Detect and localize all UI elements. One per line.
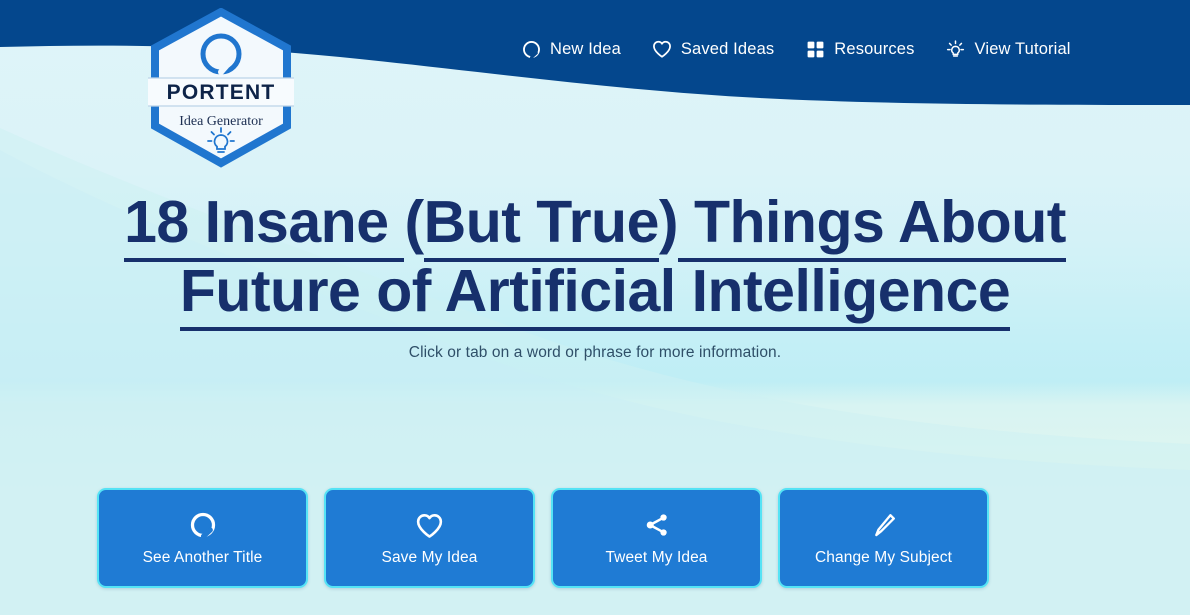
save-my-idea-button[interactable]: Save My Idea — [324, 488, 535, 588]
button-label: Change My Subject — [815, 549, 952, 567]
button-label: Tweet My Idea — [605, 549, 708, 567]
logo-tagline: Idea Generator — [179, 114, 263, 129]
button-label: See Another Title — [142, 549, 263, 567]
title-hint-text: Click or tab on a word or phrase for mor… — [408, 344, 782, 361]
title-punctuation: ( — [404, 189, 424, 255]
pencil-icon — [870, 510, 898, 540]
title-punctuation: ) — [658, 189, 679, 255]
nav-item-label: New Idea — [550, 39, 621, 58]
lightbulb-rays-icon — [945, 38, 967, 60]
page-title[interactable]: 18 Insane (But True) Things About Future… — [0, 188, 1190, 332]
refresh-circle-icon — [520, 38, 542, 60]
nav-item-label: Saved Ideas — [680, 39, 775, 58]
nav-item-new-idea[interactable]: New Idea — [520, 38, 621, 60]
refresh-circle-icon — [188, 510, 218, 540]
idea-title-block: 18 Insane (But True) Things About Future… — [0, 188, 1190, 332]
heart-icon — [414, 510, 445, 540]
title-segment[interactable]: 18 Insane — [124, 189, 405, 262]
share-icon — [643, 510, 671, 540]
logo-brand-name: PORTENT — [167, 81, 276, 104]
heart-icon — [651, 38, 673, 60]
portent-logo[interactable]: PORTENT Idea Generator — [146, 7, 296, 168]
nav-item-label: Resources — [834, 39, 915, 58]
grid-squares-icon — [804, 38, 826, 60]
nav-item-label: View Tutorial — [974, 39, 1071, 58]
nav-item-saved-ideas[interactable]: Saved Ideas — [651, 38, 774, 60]
main-navigation: New Idea Saved Ideas Resources View Tuto… — [520, 38, 1071, 60]
action-button-row: See Another Title Save My Idea Tweet My … — [97, 488, 989, 588]
title-segment[interactable]: But True — [423, 189, 659, 262]
change-my-subject-button[interactable]: Change My Subject — [778, 488, 989, 588]
button-label: Save My Idea — [381, 549, 478, 567]
tweet-my-idea-button[interactable]: Tweet My Idea — [551, 488, 762, 588]
see-another-title-button[interactable]: See Another Title — [97, 488, 308, 588]
nav-item-view-tutorial[interactable]: View Tutorial — [945, 38, 1071, 60]
nav-item-resources[interactable]: Resources — [804, 38, 914, 60]
